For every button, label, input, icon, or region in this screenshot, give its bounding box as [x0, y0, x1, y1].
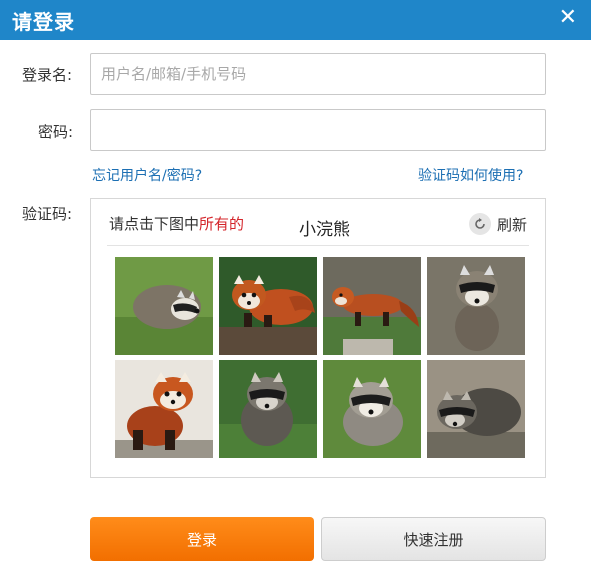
captcha-keyword: 小浣熊 [299, 220, 350, 240]
captcha-label: 验证码: [22, 205, 73, 223]
dialog-title: 请登录 [12, 10, 75, 34]
captcha-image-raccoon[interactable] [219, 360, 317, 458]
login-button[interactable]: 登录 [90, 517, 314, 561]
captcha-refresh-button[interactable]: 刷新 [468, 211, 527, 237]
close-icon[interactable]: ✕ [559, 4, 577, 32]
forgot-credentials-link[interactable]: 忘记用户名/密码? [92, 165, 202, 185]
captcha-image-red-panda[interactable] [115, 360, 213, 458]
password-label: 密码: [38, 123, 74, 141]
captcha-image-raccoon[interactable] [427, 360, 525, 458]
dialog-titlebar: 请登录 ✕ [0, 0, 591, 40]
captcha-image-raccoon[interactable] [115, 257, 213, 355]
username-input[interactable] [90, 53, 546, 95]
captcha-divider [107, 245, 529, 246]
refresh-label[interactable]: 刷新 [497, 214, 527, 235]
refresh-icon[interactable] [468, 213, 491, 235]
quick-register-button[interactable]: 快速注册 [321, 517, 546, 561]
captcha-instruction-highlight: 所有的 [199, 215, 245, 233]
captcha-instruction: 请点击下图中所有的 [109, 213, 244, 234]
captcha-help-link[interactable]: 验证码如何使用? [418, 165, 523, 185]
captcha-image-red-panda[interactable] [323, 257, 421, 355]
captcha-image-raccoon[interactable] [427, 257, 525, 355]
captcha-instruction-prefix: 请点击下图中 [109, 215, 200, 233]
captcha-image-grid [115, 257, 525, 460]
username-label: 登录名: [22, 66, 73, 84]
captcha-image-raccoon[interactable] [323, 360, 421, 458]
password-input[interactable] [90, 109, 546, 151]
captcha-panel: 请点击下图中所有的 小浣熊 刷新 [90, 198, 546, 478]
captcha-image-red-panda[interactable] [219, 257, 317, 355]
